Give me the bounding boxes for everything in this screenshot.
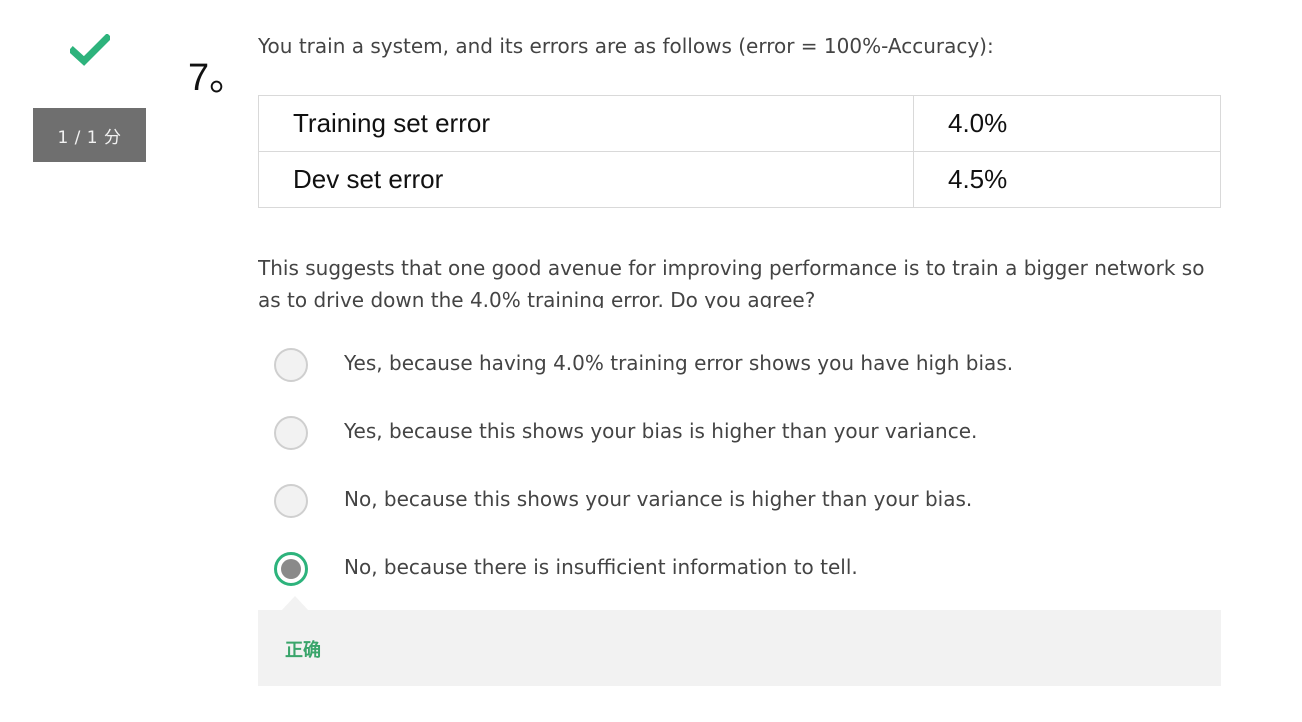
question-number: 7。 [188,57,248,99]
table-row: Dev set error 4.5% [258,151,1221,208]
score-badge: 1 / 1 分 [33,108,146,162]
check-icon [70,34,110,66]
feedback-box: 正确 [258,610,1221,686]
question-intro: You train a system, and its errors are a… [258,34,994,58]
radio-button[interactable] [274,484,308,518]
table-cell-value: 4.0% [913,95,1221,152]
option-label: No, because there is insufficient inform… [344,555,858,579]
option-label: Yes, because this shows your bias is hig… [344,419,978,443]
table-row: Training set error 4.0% [258,95,1221,152]
option-label: Yes, because having 4.0% training error … [344,351,1014,375]
feedback-pointer [281,596,309,611]
table-cell-value: 4.5% [913,151,1221,208]
error-table: Training set error 4.0% Dev set error 4.… [258,95,1221,208]
question-body: This suggests that one good avenue for i… [258,256,1205,308]
answer-option[interactable]: Yes, because this shows your bias is hig… [274,415,1174,483]
radio-button-selected[interactable] [274,552,308,586]
table-cell-label: Training set error [258,95,914,152]
answer-options: Yes, because having 4.0% training error … [274,347,1174,619]
answer-option[interactable]: No, because there is insufficient inform… [274,551,1174,619]
radio-button[interactable] [274,416,308,450]
table-cell-label: Dev set error [258,151,914,208]
radio-button[interactable] [274,348,308,382]
answer-option[interactable]: No, because this shows your variance is … [274,483,1174,551]
feedback-text: 正确 [285,640,321,661]
option-label: No, because this shows your variance is … [344,487,973,511]
answer-option[interactable]: Yes, because having 4.0% training error … [274,347,1174,415]
